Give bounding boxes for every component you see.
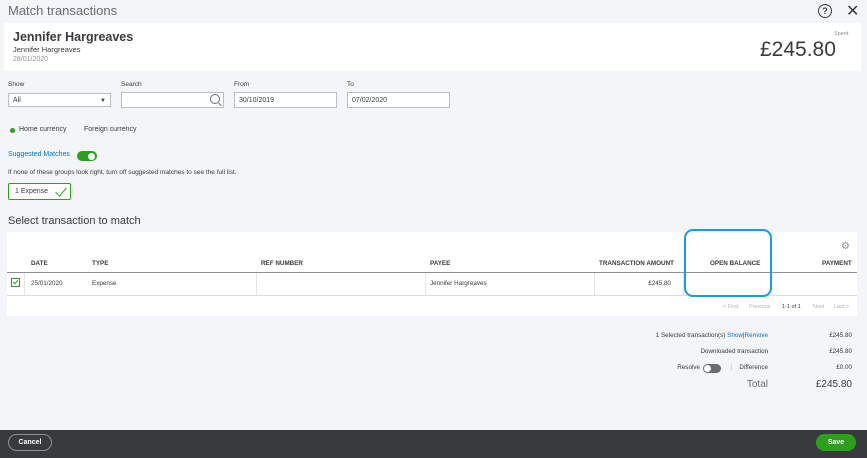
toggle-knob xyxy=(88,152,95,160)
to-date-field[interactable]: 07/02/2020 xyxy=(347,92,450,108)
show-select[interactable]: All ▼ xyxy=(8,93,111,107)
col-header-ref[interactable]: REF NUMBER xyxy=(261,260,303,267)
dialog-title: Match transactions xyxy=(8,3,118,18)
total-label: Total xyxy=(746,379,768,390)
downloaded-label: Downloaded transaction xyxy=(700,348,768,355)
downloaded-total: £245.80 xyxy=(829,348,852,355)
show-link[interactable]: Show xyxy=(727,332,743,339)
col-divider xyxy=(425,273,426,295)
from-label: From xyxy=(234,81,250,88)
payee-subname: Jennifer Hargreaves xyxy=(13,45,81,54)
total-value: £245.80 xyxy=(815,379,852,390)
search-input[interactable] xyxy=(121,92,224,108)
difference-value: £0.00 xyxy=(836,364,852,371)
search-icon[interactable] xyxy=(210,94,220,104)
foreign-currency-radio[interactable] xyxy=(75,127,82,134)
foreign-currency-label: Foreign currency xyxy=(84,126,137,133)
home-currency-label: Home currency xyxy=(19,126,67,133)
from-date-field[interactable]: 30/10/2019 xyxy=(234,92,337,108)
chevron-down-icon: ▼ xyxy=(100,98,106,104)
col-divider xyxy=(24,273,25,295)
cell-payee: Jennifer Hargreaves xyxy=(430,280,487,287)
col-header-payee[interactable]: PAYEE xyxy=(430,260,450,267)
selected-total: £245.80 xyxy=(829,332,852,339)
col-header-type[interactable]: TYPE xyxy=(92,260,108,267)
open-balance-highlight xyxy=(684,229,772,297)
to-label: To xyxy=(347,81,354,88)
suggested-matches-label: Suggested Matches xyxy=(8,151,70,158)
save-button[interactable]: Save xyxy=(816,434,856,451)
cell-type: Expense xyxy=(92,280,117,287)
suggested-matches-toggle[interactable] xyxy=(77,151,97,161)
col-header-amount[interactable]: TRANSACTION AMOUNT xyxy=(599,260,674,267)
footer-bar xyxy=(0,430,867,458)
payee-date: 28/01/2020 xyxy=(13,56,49,63)
pager-last[interactable]: Last > xyxy=(834,304,849,310)
pager-next[interactable]: Next xyxy=(813,304,824,310)
cancel-button[interactable]: Cancel xyxy=(8,434,52,451)
col-header-payment[interactable]: PAYMENT xyxy=(822,260,852,267)
section-title: Select transaction to match xyxy=(8,215,141,227)
col-divider xyxy=(594,273,595,295)
payee-name: Jennifer Hargreaves xyxy=(13,30,134,44)
cell-date: 25/01/2020 xyxy=(31,280,63,287)
chip-label: 1 Expense xyxy=(15,188,49,195)
spent-amount: £245.80 xyxy=(760,38,836,61)
help-icon[interactable]: ? xyxy=(818,4,832,18)
selected-count-label: 1 Selected transaction(s) xyxy=(655,332,726,339)
expense-group-chip[interactable]: 1 Expense xyxy=(8,183,71,200)
col-divider xyxy=(256,273,257,295)
cell-amount: £245.80 xyxy=(648,280,671,287)
pager-previous[interactable]: Previous xyxy=(749,304,770,310)
spent-label: Spent xyxy=(834,31,849,37)
remove-link[interactable]: Remove xyxy=(745,332,768,339)
show-select-value: All xyxy=(13,97,21,104)
search-label: Search xyxy=(121,81,142,88)
pager-first[interactable]: < First xyxy=(723,304,738,310)
row-checkbox[interactable] xyxy=(11,278,20,287)
resolve-label: Resolve xyxy=(677,364,700,371)
pager-range: 1-1 of 1 xyxy=(782,304,801,310)
difference-label: Difference xyxy=(739,364,768,371)
home-currency-radio[interactable] xyxy=(10,128,15,133)
suggested-hint: If none of these groups look right, turn… xyxy=(8,169,237,176)
show-label: Show xyxy=(8,81,25,88)
checkmark-icon xyxy=(55,184,67,197)
close-icon[interactable]: ✕ xyxy=(846,1,859,21)
gear-icon[interactable]: ⚙ xyxy=(841,241,850,252)
col-header-date[interactable]: DATE xyxy=(31,260,48,267)
selected-transactions-row: 1 Selected transaction(s) Show|Remove xyxy=(600,332,768,339)
